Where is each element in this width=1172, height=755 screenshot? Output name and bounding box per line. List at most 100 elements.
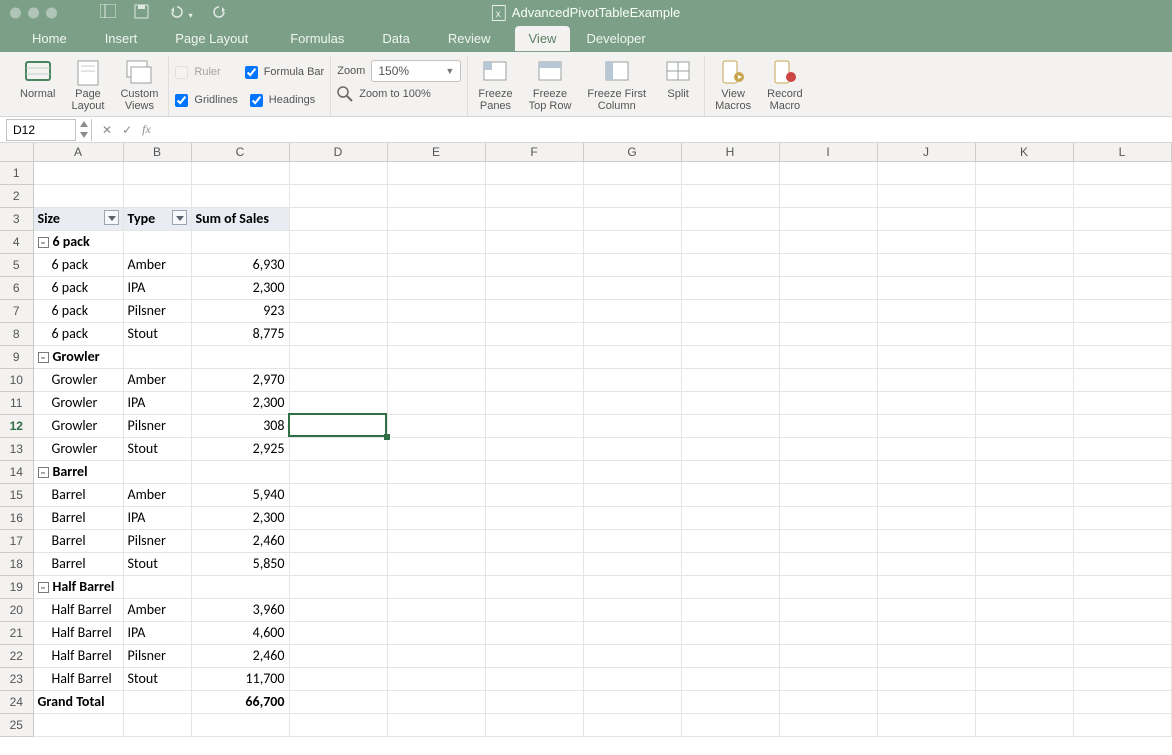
cell-D16[interactable] <box>289 506 387 529</box>
cell-D25[interactable] <box>289 713 387 736</box>
cell-L8[interactable] <box>1073 322 1171 345</box>
cell-J1[interactable] <box>877 161 975 184</box>
cell-C22[interactable]: 2,460 <box>191 644 289 667</box>
cell-F13[interactable] <box>485 437 583 460</box>
row-header-17[interactable]: 17 <box>0 529 33 552</box>
cell-C5[interactable]: 6,930 <box>191 253 289 276</box>
cell-G13[interactable] <box>583 437 681 460</box>
cell-D13[interactable] <box>289 437 387 460</box>
cell-I10[interactable] <box>779 368 877 391</box>
cell-G18[interactable] <box>583 552 681 575</box>
tab-page-layout[interactable]: Page Layout <box>161 26 262 51</box>
cell-D22[interactable] <box>289 644 387 667</box>
cell-D12[interactable] <box>289 414 387 437</box>
cell-F16[interactable] <box>485 506 583 529</box>
row-header-14[interactable]: 14 <box>0 460 33 483</box>
cell-I2[interactable] <box>779 184 877 207</box>
cell-A10[interactable]: Growler <box>33 368 123 391</box>
cell-A5[interactable]: 6 pack <box>33 253 123 276</box>
cell-H12[interactable] <box>681 414 779 437</box>
column-header-K[interactable]: K <box>975 143 1073 161</box>
cell-K11[interactable] <box>975 391 1073 414</box>
cell-B3[interactable]: Type <box>123 207 191 230</box>
cell-C6[interactable]: 2,300 <box>191 276 289 299</box>
cell-A12[interactable]: Growler <box>33 414 123 437</box>
cell-I6[interactable] <box>779 276 877 299</box>
cell-F1[interactable] <box>485 161 583 184</box>
cell-B7[interactable]: Pilsner <box>123 299 191 322</box>
cell-A13[interactable]: Growler <box>33 437 123 460</box>
cell-B15[interactable]: Amber <box>123 483 191 506</box>
row-header-1[interactable]: 1 <box>0 161 33 184</box>
cell-D2[interactable] <box>289 184 387 207</box>
split-button[interactable]: Split <box>658 56 698 102</box>
cell-D21[interactable] <box>289 621 387 644</box>
cell-I9[interactable] <box>779 345 877 368</box>
cell-L7[interactable] <box>1073 299 1171 322</box>
cell-E21[interactable] <box>387 621 485 644</box>
cell-K22[interactable] <box>975 644 1073 667</box>
cell-L3[interactable] <box>1073 207 1171 230</box>
cell-E13[interactable] <box>387 437 485 460</box>
cell-C4[interactable] <box>191 230 289 253</box>
cell-A19[interactable]: −Half Barrel <box>33 575 123 598</box>
cell-A20[interactable]: Half Barrel <box>33 598 123 621</box>
cell-J19[interactable] <box>877 575 975 598</box>
cell-I22[interactable] <box>779 644 877 667</box>
cell-H13[interactable] <box>681 437 779 460</box>
cell-E20[interactable] <box>387 598 485 621</box>
cell-D18[interactable] <box>289 552 387 575</box>
cell-B1[interactable] <box>123 161 191 184</box>
cell-E12[interactable] <box>387 414 485 437</box>
cell-E2[interactable] <box>387 184 485 207</box>
cell-F3[interactable] <box>485 207 583 230</box>
cell-G21[interactable] <box>583 621 681 644</box>
cell-E10[interactable] <box>387 368 485 391</box>
cell-F22[interactable] <box>485 644 583 667</box>
custom-views-button[interactable]: Custom Views <box>116 56 162 114</box>
cell-E11[interactable] <box>387 391 485 414</box>
cell-E25[interactable] <box>387 713 485 736</box>
cell-K21[interactable] <box>975 621 1073 644</box>
cell-C11[interactable]: 2,300 <box>191 391 289 414</box>
cell-C13[interactable]: 2,925 <box>191 437 289 460</box>
cell-A2[interactable] <box>33 184 123 207</box>
cell-D11[interactable] <box>289 391 387 414</box>
cell-F20[interactable] <box>485 598 583 621</box>
cell-G9[interactable] <box>583 345 681 368</box>
row-header-21[interactable]: 21 <box>0 621 33 644</box>
cell-F21[interactable] <box>485 621 583 644</box>
cell-H7[interactable] <box>681 299 779 322</box>
cell-A14[interactable]: −Barrel <box>33 460 123 483</box>
cell-D17[interactable] <box>289 529 387 552</box>
cell-D9[interactable] <box>289 345 387 368</box>
cell-H21[interactable] <box>681 621 779 644</box>
cell-H19[interactable] <box>681 575 779 598</box>
cell-C14[interactable] <box>191 460 289 483</box>
cell-K1[interactable] <box>975 161 1073 184</box>
cell-I21[interactable] <box>779 621 877 644</box>
cell-J7[interactable] <box>877 299 975 322</box>
cell-F10[interactable] <box>485 368 583 391</box>
cell-K5[interactable] <box>975 253 1073 276</box>
cell-A25[interactable] <box>33 713 123 736</box>
cell-F9[interactable] <box>485 345 583 368</box>
cell-B20[interactable]: Amber <box>123 598 191 621</box>
cell-C12[interactable]: 308 <box>191 414 289 437</box>
cell-I19[interactable] <box>779 575 877 598</box>
cell-K18[interactable] <box>975 552 1073 575</box>
cell-L21[interactable] <box>1073 621 1171 644</box>
cell-G16[interactable] <box>583 506 681 529</box>
cell-G11[interactable] <box>583 391 681 414</box>
cell-F18[interactable] <box>485 552 583 575</box>
row-header-10[interactable]: 10 <box>0 368 33 391</box>
cell-I20[interactable] <box>779 598 877 621</box>
cell-K19[interactable] <box>975 575 1073 598</box>
cell-H25[interactable] <box>681 713 779 736</box>
cell-B6[interactable]: IPA <box>123 276 191 299</box>
cell-C10[interactable]: 2,970 <box>191 368 289 391</box>
spreadsheet-grid[interactable]: ABCDEFGHIJKL 123SizeTypeSum of Sales4−6 … <box>0 143 1172 737</box>
cell-A11[interactable]: Growler <box>33 391 123 414</box>
enter-icon[interactable]: ✓ <box>122 123 132 137</box>
cell-K7[interactable] <box>975 299 1073 322</box>
